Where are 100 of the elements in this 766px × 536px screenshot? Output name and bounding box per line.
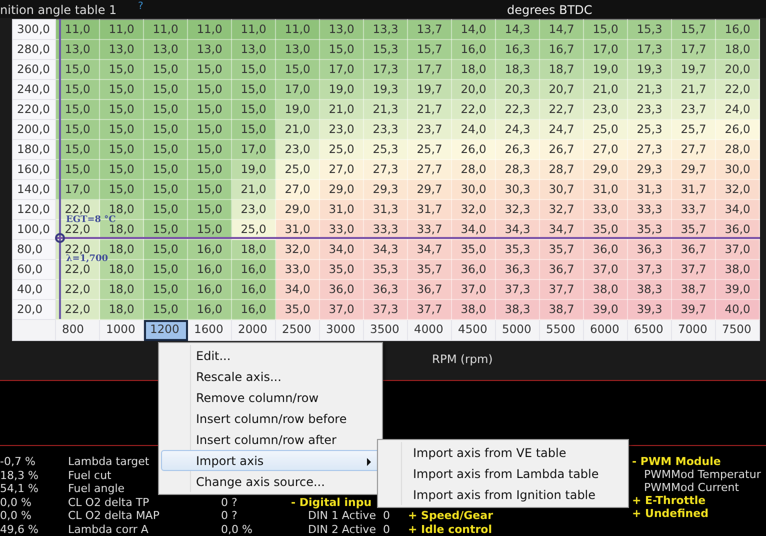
table-cell[interactable]: 15,0 — [232, 60, 276, 80]
table-cell[interactable]: 36,7 — [672, 240, 716, 260]
column-axis-cell[interactable]: 2500 — [276, 320, 320, 340]
table-cell[interactable]: 35,7 — [540, 240, 584, 260]
table-cell[interactable]: 19,3 — [364, 80, 408, 100]
row-axis-cell[interactable]: 100,0 — [12, 220, 56, 240]
table-cell[interactable]: 20,7 — [540, 80, 584, 100]
help-link[interactable]: ? — [138, 0, 144, 14]
table-cell[interactable]: 18,0 — [232, 240, 276, 260]
table-cell[interactable]: 31,7 — [408, 200, 452, 220]
row-axis-cell[interactable]: 20,0 — [12, 300, 56, 320]
table-cell[interactable]: 38,0 — [584, 280, 628, 300]
table-cell[interactable]: 23,0 — [584, 100, 628, 120]
table-cell[interactable]: 27,0 — [320, 160, 364, 180]
table-cell[interactable]: 16,0 — [188, 260, 232, 280]
table-cell[interactable]: 15,0 — [584, 20, 628, 40]
table-cell[interactable]: 24,0 — [452, 120, 496, 140]
table-cell[interactable]: 20,0 — [716, 60, 760, 80]
table-cell[interactable]: 26,3 — [496, 140, 540, 160]
table-cell[interactable]: 33,3 — [628, 200, 672, 220]
table-cell[interactable]: 28,3 — [496, 160, 540, 180]
table-cell[interactable]: 32,0 — [452, 200, 496, 220]
table-cell[interactable]: 31,3 — [628, 180, 672, 200]
table-cell[interactable]: 17,3 — [364, 60, 408, 80]
table-cell[interactable]: 21,0 — [276, 120, 320, 140]
table-cell[interactable]: 21,0 — [584, 80, 628, 100]
table-cell[interactable]: 15,0 — [144, 140, 188, 160]
row-axis-cell[interactable]: 140,0 — [12, 180, 56, 200]
table-cell[interactable]: 15,3 — [628, 20, 672, 40]
table-cell[interactable]: 13,0 — [100, 40, 144, 60]
table-cell[interactable]: 22,0 — [716, 80, 760, 100]
table-cell[interactable]: 15,0 — [144, 240, 188, 260]
table-cell[interactable]: 15,0 — [188, 60, 232, 80]
table-cell[interactable]: 19,0 — [232, 160, 276, 180]
row-axis-cell[interactable]: 200,0 — [12, 120, 56, 140]
table-cell[interactable]: 15,0 — [100, 60, 144, 80]
table-cell[interactable]: 13,0 — [144, 40, 188, 60]
table-cell[interactable]: 35,7 — [408, 260, 452, 280]
column-axis-cell[interactable]: 3000 — [320, 320, 364, 340]
table-cell[interactable]: 23,0 — [276, 140, 320, 160]
table-cell[interactable]: 16,7 — [540, 40, 584, 60]
table-cell[interactable]: 39,7 — [672, 300, 716, 320]
table-cell[interactable]: 31,0 — [320, 200, 364, 220]
table-cell[interactable]: 26,7 — [540, 140, 584, 160]
table-cell[interactable]: 15,0 — [188, 180, 232, 200]
column-axis-cell[interactable]: 5000 — [496, 320, 540, 340]
table-cell[interactable]: 20,0 — [452, 80, 496, 100]
column-axis-cell[interactable]: 1600 — [188, 320, 232, 340]
group-header[interactable]: + Idle control — [408, 522, 492, 536]
table-cell[interactable]: 15,0 — [276, 60, 320, 80]
table-cell[interactable]: 29,7 — [408, 180, 452, 200]
table-cell[interactable]: 19,7 — [672, 60, 716, 80]
menu-item[interactable]: Import axis — [161, 450, 380, 471]
table-cell[interactable]: 19,7 — [408, 80, 452, 100]
table-cell[interactable]: 35,0 — [320, 260, 364, 280]
table-cell[interactable]: 33,0 — [276, 260, 320, 280]
table-cell[interactable]: 25,7 — [672, 120, 716, 140]
table-cell[interactable]: 38,7 — [540, 300, 584, 320]
table-cell[interactable]: 15,0 — [188, 200, 232, 220]
table-cell[interactable]: 16,3 — [496, 40, 540, 60]
table-cell[interactable]: 16,0 — [188, 300, 232, 320]
table-cell[interactable]: 11,0 — [100, 20, 144, 40]
table-cell[interactable]: 32,3 — [496, 200, 540, 220]
table-cell[interactable]: 13,0 — [276, 40, 320, 60]
table-cell[interactable]: 15,0 — [232, 120, 276, 140]
table-cell[interactable]: 23,7 — [408, 120, 452, 140]
table-cell[interactable]: 15,0 — [100, 80, 144, 100]
table-cell[interactable]: 35,3 — [496, 240, 540, 260]
column-axis-cell[interactable]: 5500 — [540, 320, 584, 340]
table-cell[interactable]: 17,0 — [584, 40, 628, 60]
column-axis-cell[interactable]: 7000 — [672, 320, 716, 340]
table-cell[interactable]: 29,0 — [584, 160, 628, 180]
table-cell[interactable]: 25,0 — [584, 120, 628, 140]
table-cell[interactable]: 21,0 — [232, 180, 276, 200]
row-axis-cell[interactable]: 220,0 — [12, 100, 56, 120]
table-cell[interactable]: 16,0 — [232, 260, 276, 280]
table-cell[interactable]: 15,0 — [144, 100, 188, 120]
table-cell[interactable]: 30,3 — [496, 180, 540, 200]
table-cell[interactable]: 19,0 — [584, 60, 628, 80]
table-cell[interactable]: 16,0 — [188, 280, 232, 300]
table-cell[interactable]: 23,3 — [364, 120, 408, 140]
table-cell[interactable]: 18,0 — [100, 300, 144, 320]
menu-item[interactable]: Rescale axis... — [161, 366, 380, 387]
table-cell[interactable]: 33,7 — [672, 200, 716, 220]
menu-item[interactable]: Import axis from Lambda table — [380, 463, 626, 484]
table-cell[interactable]: 15,7 — [672, 20, 716, 40]
table-cell[interactable]: 37,0 — [584, 260, 628, 280]
table-cell[interactable]: 34,3 — [364, 240, 408, 260]
table-cell[interactable]: 28,7 — [540, 160, 584, 180]
table-cell[interactable]: 13,7 — [408, 20, 452, 40]
table-cell[interactable]: 25,0 — [276, 160, 320, 180]
table-cell[interactable]: 15,0 — [144, 260, 188, 280]
column-axis-cell[interactable]: 3500 — [364, 320, 408, 340]
table-cell[interactable]: 21,7 — [408, 100, 452, 120]
table-cell[interactable]: 15,0 — [100, 180, 144, 200]
table-cell[interactable]: 25,0 — [320, 140, 364, 160]
table-cell[interactable]: 15,0 — [188, 140, 232, 160]
table-cell[interactable]: 16,0 — [232, 280, 276, 300]
table-cell[interactable]: 32,0 — [716, 180, 760, 200]
menu-item[interactable]: Edit... — [161, 345, 380, 366]
